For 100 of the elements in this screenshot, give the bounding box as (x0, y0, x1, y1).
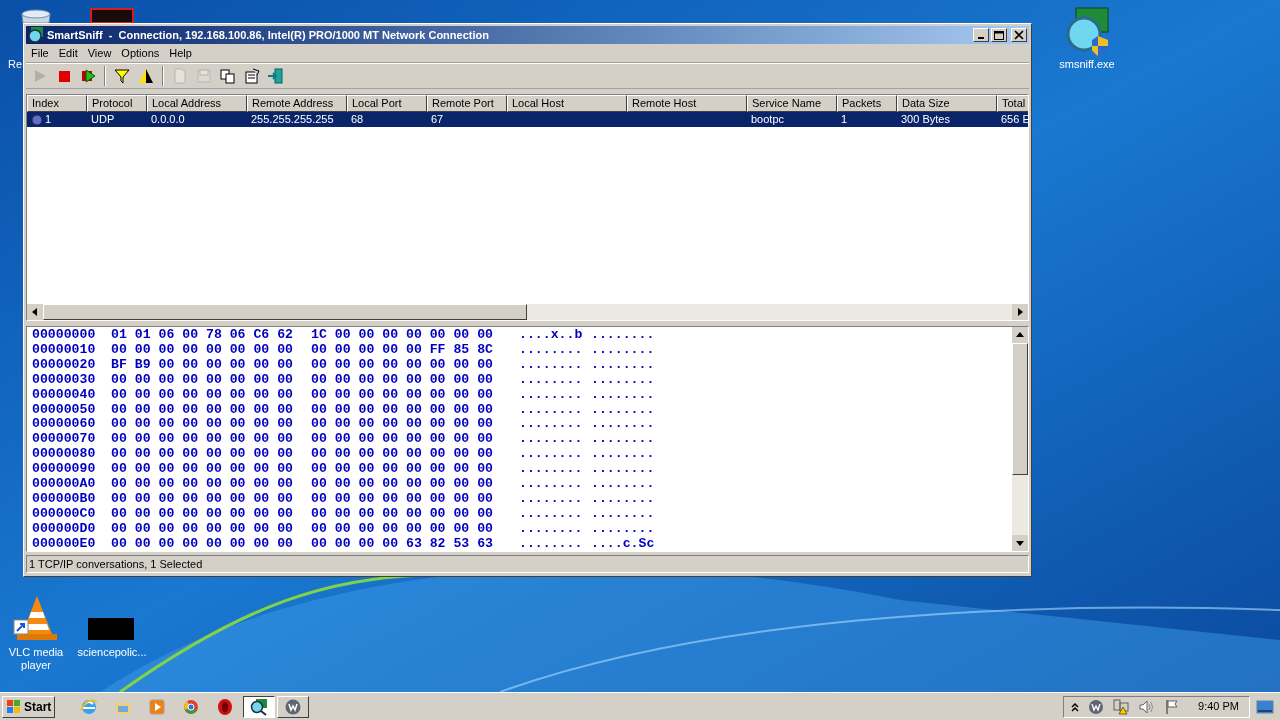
column-header[interactable]: Remote Port (427, 95, 507, 112)
vertical-scrollbar[interactable] (1012, 327, 1028, 551)
ascii-text: ........ (519, 491, 584, 507)
hex-bytes: 00 00 00 00 00 00 00 00 (311, 462, 495, 478)
column-header[interactable]: Protocol (87, 95, 147, 112)
icon-label: Re (8, 58, 22, 71)
windows-logo-icon (6, 698, 22, 715)
column-header[interactable]: Data Size (897, 95, 997, 112)
ascii-text: ........ (519, 447, 584, 463)
hex-bytes: 00 00 00 00 00 00 00 00 (311, 521, 495, 537)
close-icon (1014, 30, 1024, 40)
chevron-up-icon[interactable] (1070, 700, 1081, 713)
network-warning-icon[interactable] (1112, 698, 1131, 715)
minimize-button[interactable] (973, 28, 989, 42)
ascii-text: ........ (519, 462, 584, 478)
hex-bytes: 00 00 00 00 00 00 00 00 (111, 447, 295, 463)
hex-offset: 00000080 (32, 447, 97, 463)
hex-bytes: 00 00 00 00 00 00 00 00 (111, 536, 295, 551)
start-button[interactable]: Start (2, 695, 56, 718)
show-desktop-icon[interactable] (1256, 699, 1274, 714)
column-header[interactable]: Local Port (347, 95, 427, 112)
door-exit-icon[interactable] (267, 67, 285, 85)
column-header[interactable]: Index (27, 95, 87, 112)
properties-icon[interactable] (243, 67, 261, 85)
hex-bytes: 00 00 00 00 00 00 00 00 (111, 372, 295, 388)
ascii-text: ........ (591, 506, 656, 522)
column-header[interactable]: Total (997, 95, 1028, 112)
ascii-text: ........ (591, 477, 656, 492)
connection-icon (31, 113, 43, 126)
column-header[interactable]: Remote Address (247, 95, 347, 112)
scroll-right-icon[interactable] (1012, 304, 1028, 320)
ascii-text: ........ (591, 521, 656, 537)
ascii-text: ........ (591, 462, 656, 478)
hex-offset: 00000060 (32, 417, 97, 433)
hex-bytes: 00 00 00 00 00 00 00 00 (111, 477, 295, 492)
icon-label: sciencepolic... (76, 646, 148, 659)
hex-bytes: 00 00 00 00 00 00 00 00 (311, 447, 495, 463)
funnel-icon[interactable] (113, 67, 131, 85)
scroll-up-icon[interactable] (1012, 327, 1028, 343)
app-icon[interactable] (90, 8, 134, 24)
hex-bytes: 00 00 00 00 00 00 00 00 (311, 417, 495, 433)
horizontal-scrollbar[interactable] (27, 304, 1028, 320)
menu-item[interactable]: Edit (53, 44, 83, 62)
column-header[interactable]: Local Host (507, 95, 627, 112)
maximize-button[interactable] (991, 28, 1007, 42)
ascii-text: ........ (519, 402, 584, 418)
copy-icon[interactable] (219, 67, 237, 85)
hex-offset: 00000050 (32, 402, 97, 418)
hex-offset: 000000C0 (32, 506, 97, 522)
ascii-text: ........ (519, 372, 584, 388)
hex-offset: 00000090 (32, 462, 97, 478)
column-header[interactable]: Packets (837, 95, 897, 112)
hex-offset: 00000070 (32, 432, 97, 448)
opera-icon (216, 697, 235, 716)
ascii-text: ........ (591, 372, 656, 388)
hex-bytes: 00 00 00 00 00 00 00 00 (311, 432, 495, 448)
play-icon (148, 697, 167, 716)
hex-offset: 00000040 (32, 387, 97, 403)
close-button[interactable] (1011, 28, 1027, 42)
table-cell: 300 Bytes (901, 112, 950, 127)
table-cell: 1 (45, 112, 52, 127)
table-cell: 255.255.255.255 (251, 112, 334, 127)
clock[interactable]: 9:40 PM (1198, 698, 1239, 715)
hex-bytes: 00 00 00 00 00 00 00 00 (311, 506, 495, 522)
chrome-icon (182, 697, 201, 716)
hex-bytes: 00 00 00 00 00 00 00 00 (311, 477, 495, 492)
hex-offset: 00000020 (32, 357, 97, 373)
ascii-text: ........ (519, 387, 584, 403)
scrollbar-thumb[interactable] (43, 304, 527, 320)
hex-bytes: 01 01 06 00 78 06 C6 62 (111, 328, 295, 343)
ascii-text: ........ (519, 357, 584, 373)
column-header[interactable]: Local Address (147, 95, 247, 112)
menu-item[interactable]: Options (116, 44, 165, 62)
hex-bytes: 00 00 00 00 00 00 00 00 (111, 402, 295, 418)
ascii-text: ........ (519, 417, 584, 433)
ascii-text: ........ (519, 536, 584, 551)
ascii-text: ....c.Sc (591, 536, 656, 551)
table-cell: 1 (841, 112, 848, 127)
menu-item[interactable]: File (26, 44, 54, 62)
scroll-down-icon[interactable] (1012, 535, 1028, 551)
hex-bytes: 00 00 00 00 63 82 53 63 (311, 536, 495, 551)
scroll-left-icon[interactable] (27, 304, 43, 320)
flag-icon[interactable] (1164, 698, 1181, 715)
hex-bytes: 00 00 00 00 00 00 00 00 (311, 372, 495, 388)
restart-icon[interactable] (79, 67, 97, 85)
column-header[interactable]: Service Name (747, 95, 837, 112)
scrollbar-thumb[interactable] (1012, 343, 1028, 475)
taskbar-button[interactable] (243, 695, 276, 718)
triangle-icon[interactable] (137, 67, 155, 85)
w-logo-icon[interactable] (1088, 698, 1105, 715)
table-cell: 68 (351, 112, 364, 127)
table-cell: bootpc (751, 112, 785, 127)
ascii-text: ....x..b (519, 328, 584, 343)
ascii-text: ........ (591, 491, 656, 507)
column-header[interactable]: Remote Host (627, 95, 747, 112)
menu-item[interactable]: Help (164, 44, 197, 62)
menu-item[interactable]: View (82, 44, 117, 62)
status-text: 1 TCP/IP conversations, 1 Selected (28, 556, 204, 572)
ascii-text: ........ (519, 506, 584, 522)
ascii-text: ........ (591, 357, 656, 373)
